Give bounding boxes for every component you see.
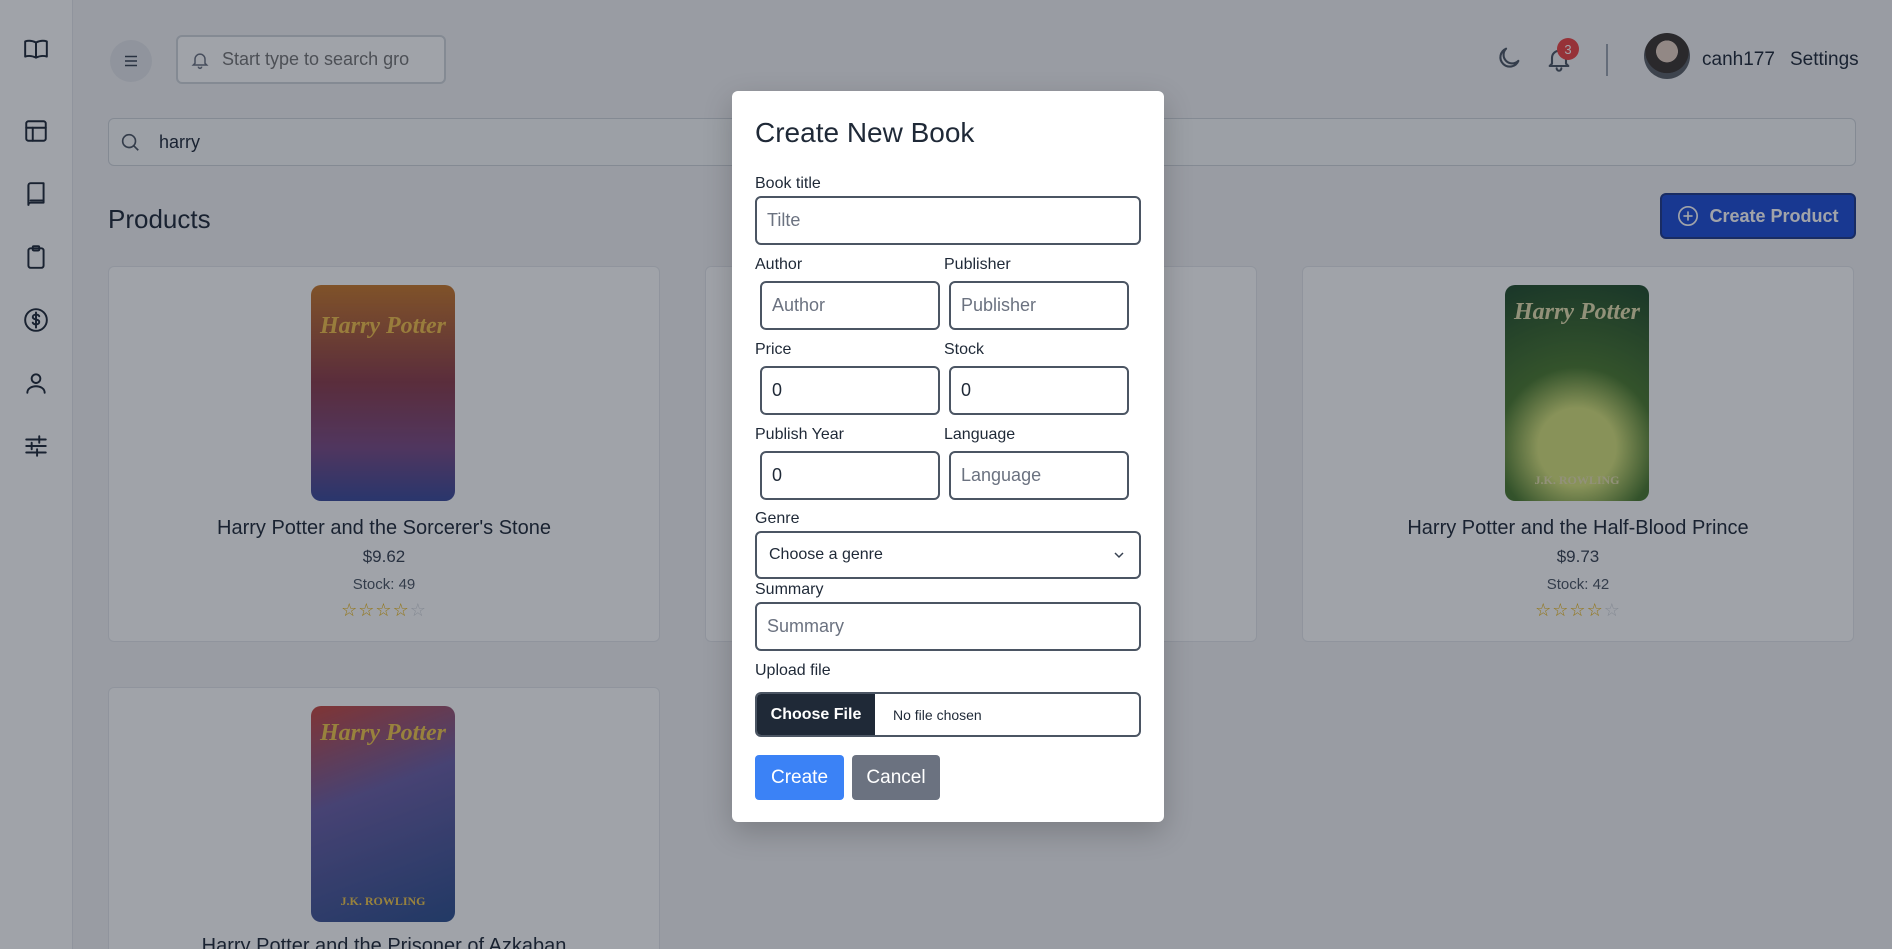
language-input[interactable] [949, 451, 1129, 500]
summary-label: Summary [755, 581, 824, 598]
price-input[interactable] [760, 366, 940, 415]
chevron-down-icon [1114, 552, 1124, 559]
book-title-input[interactable] [755, 196, 1141, 245]
upload-label: Upload file [755, 662, 831, 679]
language-label: Language [944, 426, 1016, 443]
publisher-label: Publisher [944, 256, 1011, 273]
create-book-modal: Create New Book Book title Author Publis… [732, 91, 1164, 822]
file-upload-field[interactable]: Choose File No file chosen [755, 692, 1141, 737]
book-title-label: Book title [755, 175, 821, 192]
publisher-input[interactable] [949, 281, 1129, 330]
author-label: Author [755, 256, 803, 273]
publish-year-label: Publish Year [755, 426, 844, 443]
choose-file-button[interactable]: Choose File [757, 694, 875, 735]
summary-input[interactable] [755, 602, 1141, 651]
genre-select[interactable]: Choose a genre [755, 531, 1141, 579]
publish-year-input[interactable] [760, 451, 940, 500]
author-input[interactable] [760, 281, 940, 330]
stock-input[interactable] [949, 366, 1129, 415]
cancel-button[interactable]: Cancel [852, 755, 940, 800]
file-status: No file chosen [893, 706, 982, 723]
modal-title: Create New Book [755, 117, 975, 148]
genre-selected-value: Choose a genre [769, 546, 883, 563]
genre-label: Genre [755, 510, 800, 527]
price-label: Price [755, 341, 792, 358]
stock-label: Stock [944, 341, 985, 358]
create-button[interactable]: Create [755, 755, 844, 800]
